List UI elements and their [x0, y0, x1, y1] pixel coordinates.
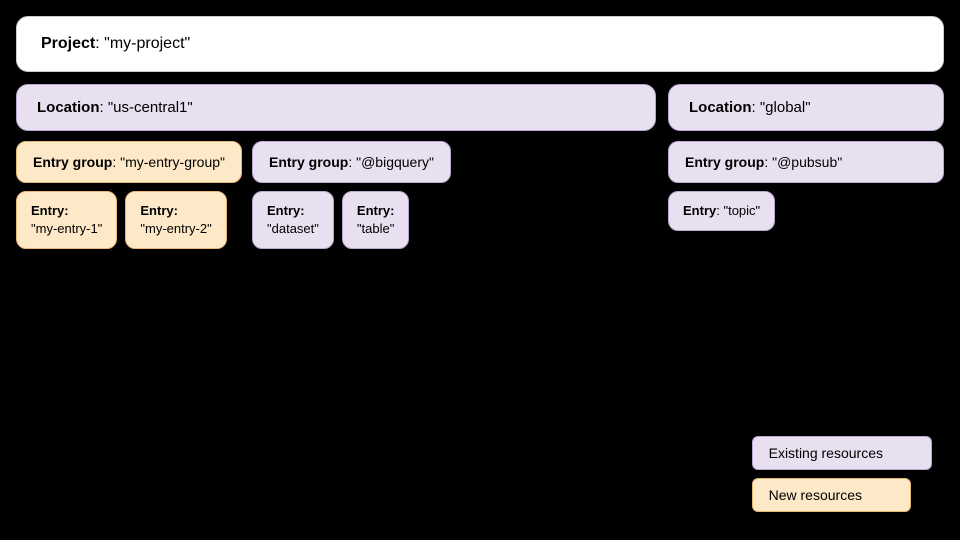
entry-topic-value: topic — [728, 203, 755, 218]
left-entry-groups: Entry group: "my-entry-group" Entry: "my… — [16, 141, 656, 249]
entries-row-my: Entry: "my-entry-1" Entry: "my-entry-2" — [16, 191, 242, 249]
entry-dataset: Entry: "dataset" — [252, 191, 334, 249]
entry-dataset-value: dataset — [272, 221, 315, 236]
project-label: Project — [41, 35, 95, 52]
project-value: my-project — [110, 35, 185, 52]
entry-group-bigquery: Entry group: "@bigquery" — [252, 141, 451, 183]
legend-new-label: New resources — [769, 487, 862, 503]
entry-my-entry-1-value: my-entry-1 — [36, 221, 98, 236]
entry-group-pubsub: Entry group: "@pubsub" — [668, 141, 944, 183]
location-value-right: global — [765, 99, 805, 116]
entry-group-col-my: Entry group: "my-entry-group" Entry: "my… — [16, 141, 242, 249]
entry-group-my-entry-group: Entry group: "my-entry-group" — [16, 141, 242, 183]
legend-existing: Existing resources — [752, 436, 932, 470]
project-box: Project: "my-project" — [16, 16, 944, 72]
entry-my-entry-2: Entry: "my-entry-2" — [125, 191, 226, 249]
legend-new-box: New resources — [752, 478, 911, 512]
entry-group-col-pubsub: Entry group: "@pubsub" Entry: "topic" — [668, 141, 944, 231]
location-col-left: Location: "us-central1" Entry group: "my… — [16, 84, 656, 524]
entry-table: Entry: "table" — [342, 191, 410, 249]
entries-row-bigquery: Entry: "dataset" Entry: "table" — [252, 191, 451, 249]
location-box-us-central1: Location: "us-central1" — [16, 84, 656, 131]
entries-row-pubsub: Entry: "topic" — [668, 191, 944, 231]
entry-my-entry-1: Entry: "my-entry-1" — [16, 191, 117, 249]
legend: Existing resources New resources — [752, 436, 932, 512]
legend-existing-label: Existing resources — [769, 445, 883, 461]
location-box-global: Location: "global" — [668, 84, 944, 131]
legend-new: New resources — [752, 478, 932, 512]
entry-my-entry-2-value: my-entry-2 — [145, 221, 207, 236]
entry-topic: Entry: "topic" — [668, 191, 775, 231]
entry-table-value: table — [362, 221, 390, 236]
entry-group-bigquery-value: @bigquery — [361, 154, 429, 170]
entry-group-my-value: my-entry-group — [125, 154, 220, 170]
entry-group-col-bigquery: Entry group: "@bigquery" Entry: "dataset… — [252, 141, 451, 249]
legend-existing-box: Existing resources — [752, 436, 932, 470]
location-label-left: Location — [37, 99, 100, 116]
entry-group-pubsub-value: @pubsub — [777, 154, 837, 170]
location-value-left: us-central1 — [113, 99, 187, 116]
